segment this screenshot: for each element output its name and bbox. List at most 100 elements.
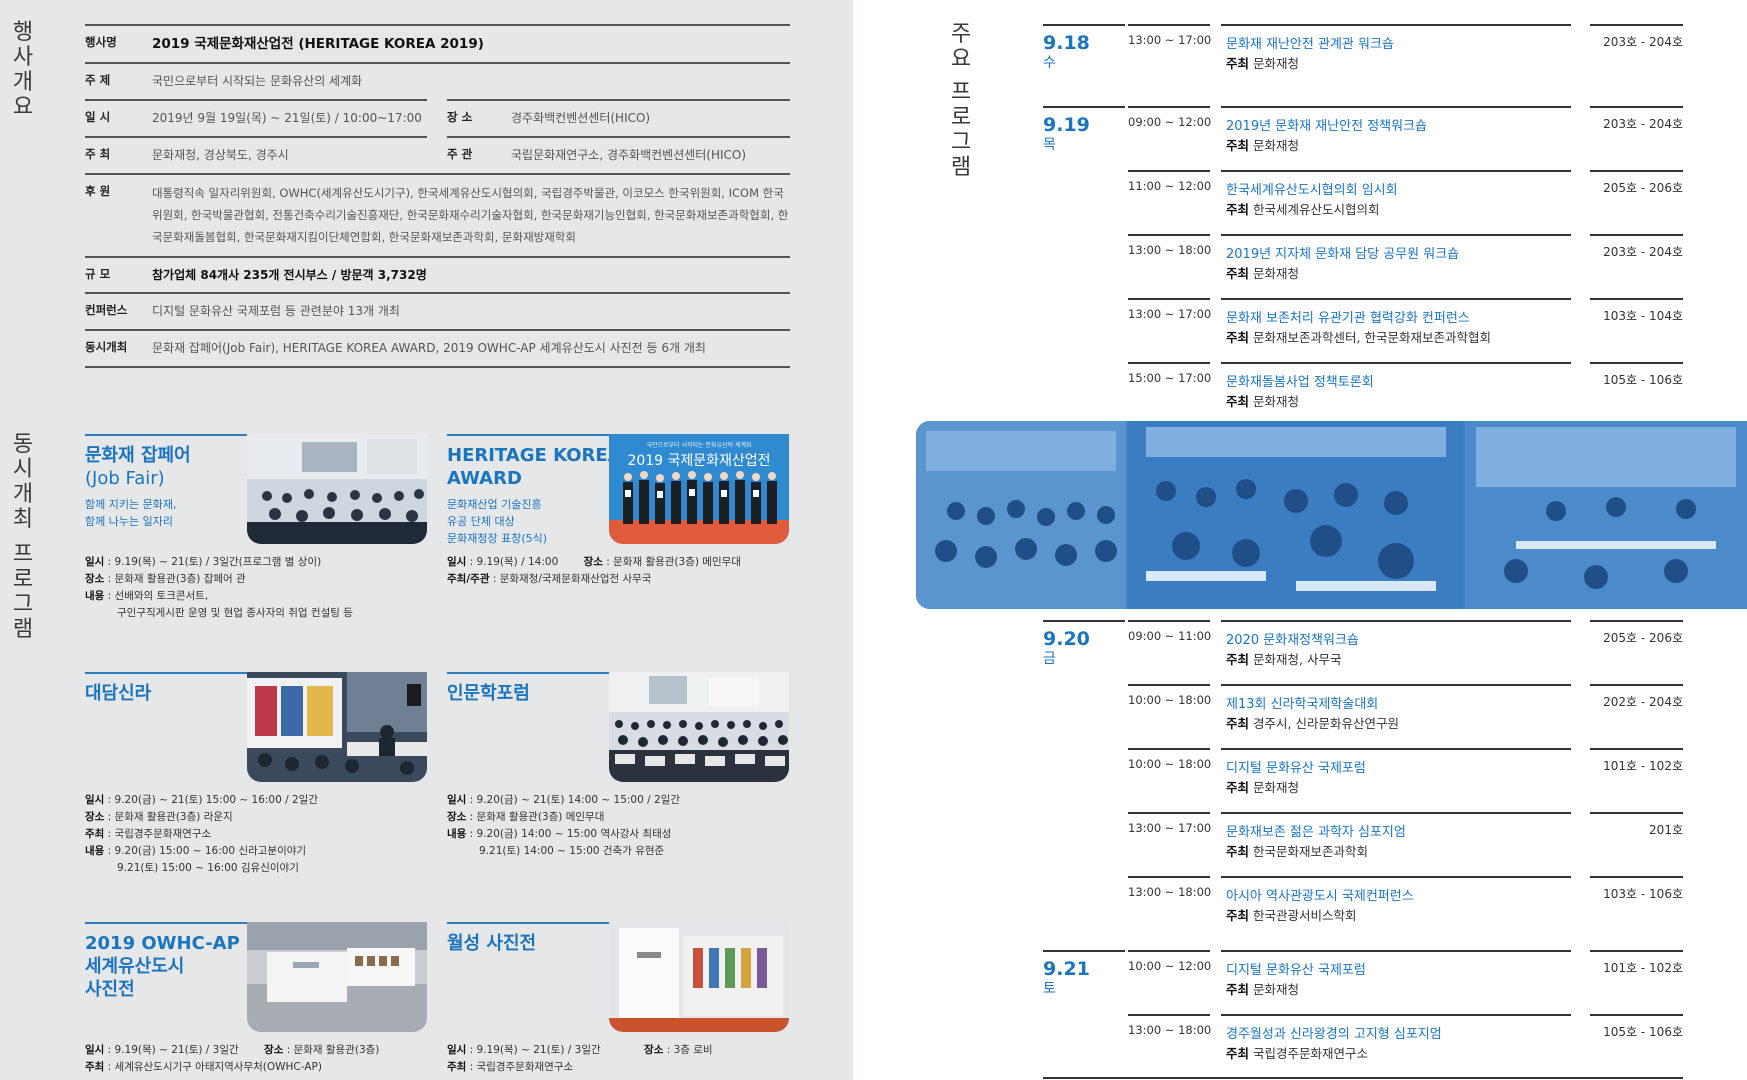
item-room: 202호 - 204호 (1603, 695, 1683, 709)
program-details: 일시 : 9.19(목) ~ 21(토) / 3일간(프로그램 별 상이) 장소… (85, 556, 353, 619)
item-host: 주최 문화재청 (1226, 266, 1300, 281)
day-date: 9.21 (1043, 958, 1090, 980)
item-room: 105호 - 106호 (1603, 373, 1683, 387)
award-photo: 국민으로부터 시작되는 문화유산의 세계화 2019 국제문화재산업전 (609, 434, 789, 544)
program-details: 일시 : 9.19(목) ~ 21(토) / 3일간 장소 : 문화재 활용관(… (85, 1044, 380, 1073)
schedule-item: 13:00 ~ 17:00 문화재 재난안전 관계관 워크숍주최 문화재청 203호… (1128, 24, 1683, 86)
info-row-date-venue: 일 시 2019년 9월 19일(목) ~ 21일(토) / 10:00~17:… (85, 99, 790, 136)
item-host: 주최 문화재청 (1226, 780, 1300, 795)
schedule-item: 13:00 ~ 18:00 아시아 역사관광도시 국제컨퍼런스 주최 한국관광서비스… (1128, 876, 1683, 938)
item-room: 101호 - 102호 (1603, 961, 1683, 975)
program-title: HERITAGE KOREA AWARD (447, 445, 622, 489)
item-room: 203호 - 204호 (1603, 35, 1683, 49)
wolseong-photo (609, 922, 789, 1032)
item-room: 205호 - 206호 (1603, 181, 1683, 195)
item-title: 디지털 문화유산 국제포럼 (1226, 963, 1366, 978)
item-time: 09:00 ~ 11:00 (1128, 629, 1212, 643)
item-room: 201호 (1649, 823, 1683, 837)
item-host: 주최 문화재청 (1226, 56, 1300, 71)
item-host: 주최 경주시, 신라문화유산연구원 (1226, 716, 1399, 731)
item-title: 문화재 보존처리 유관기관 협력강화 컨퍼런스 (1226, 311, 1470, 326)
item-time: 13:00 ~ 18:00 (1128, 243, 1212, 257)
humanities-photo (609, 672, 789, 782)
date-divider (1043, 106, 1125, 108)
schedule-item: 10:00 ~ 18:00 제13회 신라학국제학술대회주최 경주시, 신라문화유… (1128, 684, 1683, 746)
item-title: 문화재돌봄사업 정책토론회 (1226, 375, 1374, 390)
schedule-item: 09:00 ~ 11:00 2020 문화재정책워크숍 주최 문화재청, 사무국 20… (1128, 620, 1683, 682)
item-title: 제13회 신라학국제학술대회 (1226, 697, 1379, 712)
item-time: 15:00 ~ 17:00 (1128, 371, 1212, 385)
item-host: 주최 문화재보존과학센터, 한국문화재보존과학협회 (1226, 330, 1491, 345)
section-title-overview: 행 사 개 요 (12, 20, 34, 120)
date-divider (1043, 620, 1125, 622)
schedule-day: 9.21 토 (1043, 958, 1090, 998)
schedule-item: 13:00 ~ 17:00 문화재보존 젊은 과학자 심포지엄 주최 한국문화재보존… (1128, 812, 1683, 874)
item-host: 주최 문화재청 (1226, 138, 1300, 153)
day-weekday: 수 (1043, 55, 1056, 71)
day-date: 9.18 (1043, 32, 1090, 54)
item-room: 105호 - 106호 (1603, 1025, 1683, 1039)
conference-photo-strip (916, 421, 1747, 609)
schedule-item: 13:00 ~ 18:00 2019년 지자체 문화재 담당 공무원 워크숍 주최 … (1128, 234, 1683, 296)
schedule-item: 13:00 ~ 17:00 문화재 보존처리 유관기관 협력강화 컨퍼런스주최 문… (1128, 298, 1683, 360)
item-room: 101호 - 102호 (1603, 759, 1683, 773)
program-wolseong: 월성 사진전 일시 : 9.19(목) ~ 21(토) / 3일간 장소 : 3… (447, 922, 789, 1080)
program-award: HERITAGE KOREA AWARD 문화재산업 기술진흥 유공 단체 대상… (447, 434, 789, 594)
item-room: 203호 - 204호 (1603, 117, 1683, 131)
schedule-day: 9.19 목 (1043, 114, 1090, 154)
section-title-concurrent: 동 시 개 최 프 로 그 램 (12, 432, 34, 642)
item-title: 2019년 문화재 재난안전 정책워크숍 (1226, 119, 1427, 134)
program-details: 일시 : 9.20(금) ~ 21(토) 14:00 ~ 15:00 / 2일간… (447, 794, 681, 857)
section-title-main-program: 주 요 프 로 그 램 (950, 22, 972, 180)
day-date: 9.20 (1043, 628, 1090, 650)
item-host: 주최 한국세계유산도시협의회 (1226, 202, 1380, 217)
item-time: 13:00 ~ 17:00 (1128, 33, 1212, 47)
item-time: 13:00 ~ 18:00 (1128, 1023, 1212, 1037)
item-time: 13:00 ~ 18:00 (1128, 885, 1212, 899)
schedule-item: 11:00 ~ 12:00 한국세계유산도시협의회 임시회 주최 한국세계유산도시협… (1128, 170, 1683, 232)
date-divider (1043, 24, 1125, 26)
item-time: 10:00 ~ 18:00 (1128, 693, 1212, 707)
info-row-theme: 주 제 국민으로부터 시작되는 문화유산의 세계화 (85, 62, 790, 99)
program-details: 일시 : 9.19(목) / 14:00 장소 : 문화재 활용관(3층) 메인… (447, 556, 741, 585)
program-owhc: 2019 OWHC-AP 세계유산도시 사진전 일시 : 9.19(목) ~ 2… (85, 922, 427, 1080)
schedule-item: 15:00 ~ 17:00 문화재돌봄사업 정책토론회주최 문화재청 105호 - … (1128, 362, 1683, 424)
program-title: 대담신라 (85, 683, 152, 704)
date-divider (1043, 950, 1125, 952)
schedule-bottom-rule (1043, 1077, 1683, 1079)
item-room: 103호 - 104호 (1603, 309, 1683, 323)
program-title: 문화재 잡페어 (Job Fair) (85, 445, 191, 489)
item-time: 09:00 ~ 12:00 (1128, 115, 1212, 129)
info-row-scale: 규 모 참가업체 84개사 235개 전시부스 / 방문객 3,732명 (85, 256, 790, 292)
item-host: 주최 문화재청 (1226, 982, 1300, 997)
item-host: 주최 한국문화재보존과학회 (1226, 844, 1369, 859)
jobfair-photo (247, 434, 427, 544)
item-host: 주최 문화재청 (1226, 394, 1300, 409)
day-date: 9.19 (1043, 114, 1090, 136)
schedule-item: 09:00 ~ 12:00 2019년 문화재 재난안전 정책워크숍주최 문화재청… (1128, 106, 1683, 168)
program-jobfair: 문화재 잡페어 (Job Fair) 함께 지키는 문화재, 함께 나누는 일자… (85, 434, 427, 624)
program-subtitle: 함께 지키는 문화재, 함께 나누는 일자리 (85, 498, 177, 528)
info-row-concurrent: 동시개최 문화재 잡페어(Job Fair), HERITAGE KOREA A… (85, 329, 790, 368)
item-title: 2020 문화재정책워크숍 (1226, 633, 1359, 648)
item-title: 문화재 재난안전 관계관 워크숍 (1226, 37, 1394, 52)
info-row-conference: 컨퍼런스 디지털 문화유산 국제포럼 등 관련분야 13개 개최 (85, 292, 790, 329)
program-humanities: 인문학포럼 일시 : 9.20(금) ~ 21(토) 14:00 ~ 15:00… (447, 672, 789, 872)
item-title: 경주월성과 신라왕경의 고지형 심포지엄 (1226, 1027, 1442, 1042)
day-weekday: 금 (1043, 651, 1056, 667)
program-silla: 대담신라 일시 : 9.20(금) ~ 21(토) 15:00 ~ 16:00 … (85, 672, 427, 882)
item-time: 11:00 ~ 12:00 (1128, 179, 1212, 193)
item-time: 13:00 ~ 17:00 (1128, 307, 1212, 321)
item-time: 10:00 ~ 12:00 (1128, 959, 1212, 973)
item-host: 주최 국립경주문화재연구소 (1226, 1046, 1369, 1061)
schedule-item: 10:00 ~ 12:00 디지털 문화유산 국제포럼주최 문화재청 101호 - … (1128, 950, 1683, 1012)
program-details: 일시 : 9.20(금) ~ 21(토) 15:00 ~ 16:00 / 2일간… (85, 794, 319, 874)
day-weekday: 목 (1043, 137, 1056, 153)
program-title: 인문학포럼 (447, 683, 530, 704)
item-time: 13:00 ~ 17:00 (1128, 821, 1212, 835)
info-row-sponsor: 후 원 대통령직속 일자리위원회, OWHC(세계유산도시기구), 한국세계유산… (85, 173, 790, 256)
item-time: 10:00 ~ 18:00 (1128, 757, 1212, 771)
item-room: 103호 - 106호 (1603, 887, 1683, 901)
program-subtitle: 문화재산업 기술진흥 유공 단체 대상 문화재청장 표창(5식) (447, 498, 548, 545)
schedule-day: 9.18 수 (1043, 32, 1090, 72)
